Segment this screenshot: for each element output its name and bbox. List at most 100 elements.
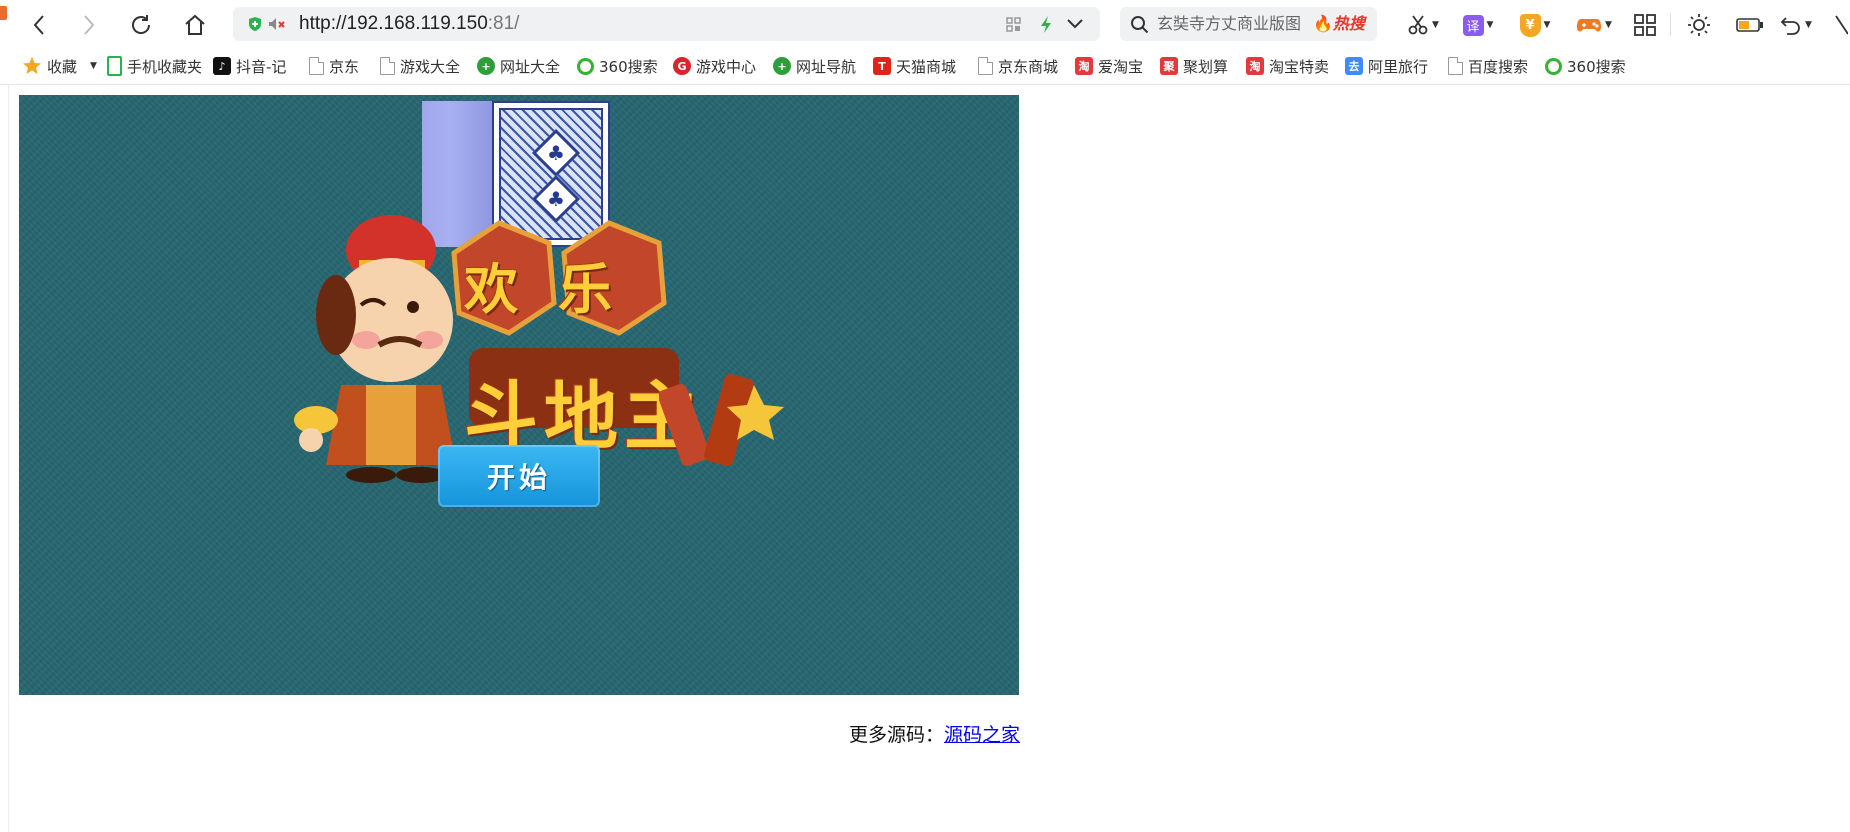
nav-plus-icon: +	[477, 57, 495, 75]
bookmark-label: 网址大全	[500, 57, 561, 76]
game-center-icon: G	[673, 57, 691, 75]
favorites-dropdown[interactable]: ▼	[90, 48, 97, 84]
browser-logo-corner	[0, 6, 7, 20]
scissors-icon	[1408, 15, 1428, 35]
apps-grid-button[interactable]	[1628, 8, 1662, 42]
bookmark-label: 聚划算	[1183, 57, 1229, 76]
bookmark-label: 抖音-记	[236, 57, 287, 76]
page-icon	[380, 57, 395, 75]
footer-prefix-text: 更多源码：	[849, 724, 945, 746]
battery-icon	[1736, 18, 1763, 32]
forward-arrow-icon	[84, 15, 95, 35]
back-arrow-icon	[33, 15, 44, 35]
address-bar[interactable]: http://192.168.119.150:81/	[233, 7, 1100, 41]
reload-button[interactable]	[124, 8, 158, 42]
bookmark-ali-travel[interactable]: 去 阿里旅行	[1345, 48, 1428, 84]
menu-icon	[1835, 15, 1848, 35]
toolbar-divider	[1670, 14, 1671, 36]
grid-icon	[1634, 14, 1656, 36]
star-icon	[23, 57, 41, 74]
bookmark-label: 京东	[329, 57, 360, 76]
url-host: http://192.168.119.150	[299, 13, 488, 34]
address-url[interactable]: http://192.168.119.150:81/	[299, 7, 519, 41]
bookmarks-bar: 收藏 ▼ 手机收藏夹 ♪ 抖音-记 京东 游戏大全 + 网址大全 360搜索 G…	[0, 48, 1850, 85]
security-shield-icon	[249, 17, 261, 31]
translate-icon: 译	[1462, 14, 1484, 36]
undo-button[interactable]: ▼	[1774, 8, 1818, 42]
bookmark-label: 天猫商城	[896, 57, 957, 76]
hot-text: 热搜	[1332, 14, 1365, 33]
bookmark-label: 360搜索	[1567, 57, 1626, 76]
url-path: :81/	[487, 13, 520, 34]
mascot-landlord-character	[294, 215, 456, 483]
sun-icon	[1688, 14, 1710, 36]
bookmark-baidu-search[interactable]: 百度搜索	[1448, 48, 1528, 84]
start-button[interactable]: 开始	[438, 445, 600, 507]
bookmark-favorites[interactable]: 收藏	[22, 48, 77, 84]
game-canvas[interactable]: ♣ ♣ 欢乐 斗地主 开始	[19, 95, 1019, 695]
taobao-icon: 淘	[1075, 57, 1093, 75]
page-icon	[1448, 57, 1463, 75]
page-icon	[309, 57, 324, 75]
speed-mode-icon[interactable]	[1039, 16, 1053, 33]
shield-coupon-icon: ¥	[1519, 13, 1541, 37]
taobao-icon: 淘	[1246, 57, 1264, 75]
flame-icon: 🔥	[1313, 14, 1333, 33]
home-icon	[185, 14, 205, 35]
360-search-icon	[577, 57, 594, 75]
bookmark-label: 淘宝特卖	[1269, 57, 1330, 76]
bookmark-url-navigation[interactable]: + 网址导航	[773, 48, 856, 84]
home-button[interactable]	[178, 8, 212, 42]
search-box[interactable]: 玄奘寺方丈商业版图 🔥热搜	[1120, 7, 1377, 41]
bookmark-label: 京东商城	[998, 57, 1059, 76]
forward-button[interactable]	[72, 8, 106, 42]
bookmark-url-directory[interactable]: + 网址大全	[477, 48, 560, 84]
chevron-down-icon[interactable]	[1067, 19, 1083, 29]
club-emblem-icon: ♣	[531, 128, 581, 178]
bookmark-juhuasuan[interactable]: 聚 聚划算	[1160, 48, 1228, 84]
phone-icon	[107, 56, 122, 76]
back-button[interactable]	[22, 8, 56, 42]
qr-code-icon[interactable]	[1006, 17, 1021, 32]
page-left-border	[8, 84, 9, 832]
tmall-icon: T	[873, 57, 891, 75]
search-hot-label[interactable]: 🔥热搜	[1313, 7, 1365, 41]
bookmark-360-search-2[interactable]: 360搜索	[1545, 48, 1626, 84]
screenshot-tool-button[interactable]: ▼	[1403, 8, 1443, 42]
start-button-label: 开始	[486, 461, 551, 494]
coupon-button[interactable]: ¥ ▼	[1514, 8, 1556, 42]
undo-icon	[1780, 17, 1800, 35]
source-home-link[interactable]: 源码之家	[944, 724, 1020, 746]
browser-toolbar: http://192.168.119.150:81/ 玄奘寺方丈商业版图 🔥热搜…	[0, 0, 1850, 43]
brightness-button[interactable]	[1682, 8, 1716, 42]
travel-icon: 去	[1345, 57, 1363, 75]
bookmark-taobao-sale[interactable]: 淘 淘宝特卖	[1246, 48, 1329, 84]
bookmark-mobile-favorites[interactable]: 手机收藏夹	[107, 48, 202, 84]
bookmark-360-search[interactable]: 360搜索	[577, 48, 658, 84]
reload-icon	[132, 15, 151, 34]
bookmark-label: 游戏中心	[696, 57, 757, 76]
bookmark-tmall[interactable]: T 天猫商城	[873, 48, 956, 84]
search-icon	[1131, 16, 1149, 34]
game-button[interactable]: ▼	[1572, 8, 1616, 42]
bookmark-games[interactable]: 游戏大全	[380, 48, 460, 84]
search-placeholder: 玄奘寺方丈商业版图	[1157, 14, 1302, 33]
bookmark-label: 手机收藏夹	[127, 57, 203, 76]
nav-plus-icon: +	[773, 57, 791, 75]
translate-button[interactable]: 译 ▼	[1458, 8, 1498, 42]
bookmark-ai-taobao[interactable]: 淘 爱淘宝	[1075, 48, 1143, 84]
footer-more-source: 更多源码：源码之家	[849, 720, 1020, 750]
bookmark-jd-mall[interactable]: 京东商城	[978, 48, 1058, 84]
bookmark-jd[interactable]: 京东	[309, 48, 359, 84]
mute-icon[interactable]	[267, 16, 285, 32]
bookmark-label: 收藏	[47, 57, 78, 76]
juhuasuan-icon: 聚	[1160, 57, 1178, 75]
battery-saver-button[interactable]	[1732, 8, 1768, 42]
bookmark-label: 百度搜索	[1468, 57, 1529, 76]
menu-button[interactable]	[1828, 8, 1850, 42]
bookmark-label: 阿里旅行	[1368, 57, 1429, 76]
bookmark-game-center[interactable]: G 游戏中心	[673, 48, 756, 84]
360-search-icon	[1545, 57, 1562, 75]
bookmark-douyin[interactable]: ♪ 抖音-记	[213, 48, 286, 84]
page-icon	[978, 57, 993, 75]
